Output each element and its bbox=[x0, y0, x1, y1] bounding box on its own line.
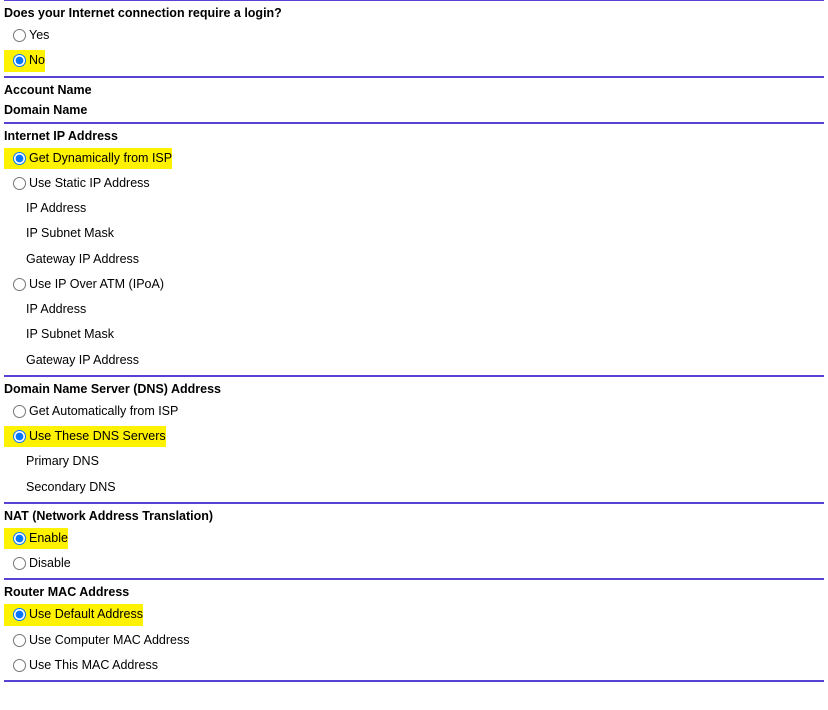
nat-disable-label: Disable bbox=[29, 553, 71, 574]
dns-auto-label: Get Automatically from ISP bbox=[29, 401, 178, 422]
mac-computer-radio[interactable] bbox=[13, 634, 26, 647]
mac-this-radio[interactable] bbox=[13, 659, 26, 672]
domain-name-label: Domain Name bbox=[4, 100, 824, 120]
mac-computer-label: Use Computer MAC Address bbox=[29, 630, 189, 651]
ip-header: Internet IP Address bbox=[4, 126, 824, 146]
login-header: Does your Internet connection require a … bbox=[4, 3, 824, 23]
ip-static-label: Use Static IP Address bbox=[29, 173, 150, 194]
ipoa-gateway-label: Gateway IP Address bbox=[26, 350, 139, 371]
dns-secondary-label: Secondary DNS bbox=[26, 477, 116, 498]
mac-this-label: Use This MAC Address bbox=[29, 655, 158, 676]
nat-enable-radio[interactable] bbox=[13, 532, 26, 545]
login-yes-label: Yes bbox=[29, 25, 49, 46]
mac-default-label: Use Default Address bbox=[29, 607, 143, 621]
ip-dynamic-label: Get Dynamically from ISP bbox=[29, 151, 172, 165]
dns-manual-label: Use These DNS Servers bbox=[29, 429, 166, 443]
ip-static-radio[interactable] bbox=[13, 177, 26, 190]
account-name-label: Account Name bbox=[4, 80, 824, 100]
nat-disable-radio[interactable] bbox=[13, 557, 26, 570]
ip-subnet-label: IP Subnet Mask bbox=[26, 223, 114, 244]
nat-enable-label: Enable bbox=[29, 531, 68, 545]
ip-gateway-label: Gateway IP Address bbox=[26, 249, 139, 270]
login-no-radio[interactable] bbox=[13, 54, 26, 67]
ip-address-label: IP Address bbox=[26, 198, 86, 219]
dns-auto-radio[interactable] bbox=[13, 405, 26, 418]
dns-manual-radio[interactable] bbox=[13, 430, 26, 443]
mac-default-radio[interactable] bbox=[13, 608, 26, 621]
ip-ipoa-radio[interactable] bbox=[13, 278, 26, 291]
ip-ipoa-label: Use IP Over ATM (IPoA) bbox=[29, 274, 164, 295]
mac-header: Router MAC Address bbox=[4, 582, 824, 602]
ipoa-address-label: IP Address bbox=[26, 299, 86, 320]
nat-header: NAT (Network Address Translation) bbox=[4, 506, 824, 526]
dns-header: Domain Name Server (DNS) Address bbox=[4, 379, 824, 399]
login-no-label: No bbox=[29, 53, 45, 67]
ip-dynamic-radio[interactable] bbox=[13, 152, 26, 165]
login-yes-radio[interactable] bbox=[13, 29, 26, 42]
dns-primary-label: Primary DNS bbox=[26, 451, 99, 472]
ipoa-subnet-label: IP Subnet Mask bbox=[26, 324, 114, 345]
